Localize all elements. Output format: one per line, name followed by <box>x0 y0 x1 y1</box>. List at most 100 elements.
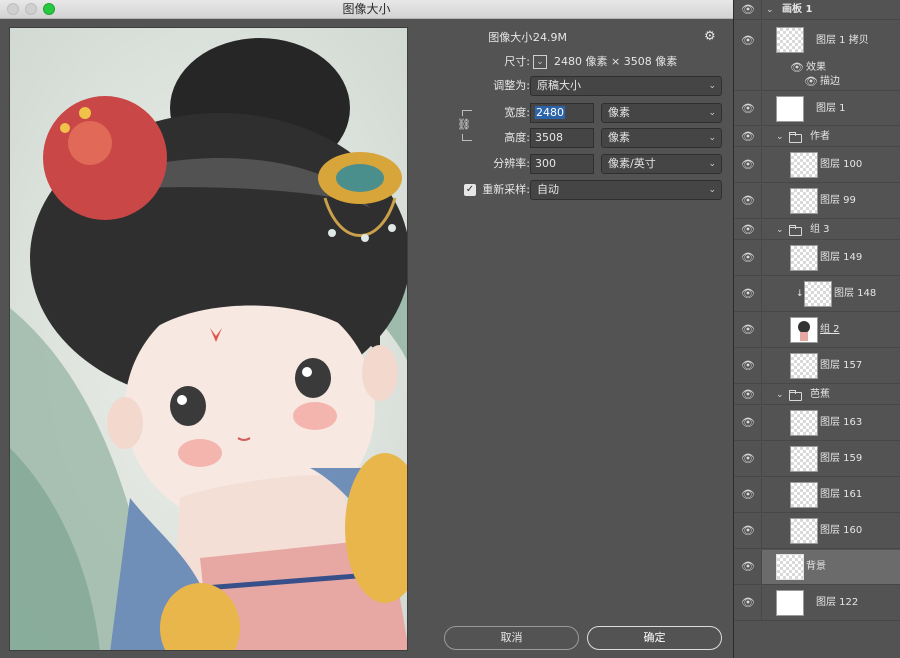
folder-icon <box>789 225 802 236</box>
layer-thumbnail <box>790 152 818 178</box>
eye-icon[interactable]: 👁 <box>741 323 755 337</box>
layer-name: 图层 163 <box>820 417 863 428</box>
chevron-down-icon[interactable]: ⌄ <box>776 223 784 237</box>
layer-row[interactable]: 👁 图层 122 <box>734 586 900 621</box>
chevron-down-icon: ⌄ <box>536 57 544 67</box>
layer-name: 图层 149 <box>820 252 863 263</box>
chevron-down-icon: ⌄ <box>708 81 716 91</box>
dialog-title: 图像大小 <box>342 2 391 16</box>
layer-thumbnail <box>776 27 804 53</box>
image-size-dialog: 图像大小 图像大小: 24.9M ⚙ 尺寸: ⌄ 2480 像素 × 3508 … <box>0 0 733 658</box>
layer-row[interactable]: 👁 ⌄ 画板 1 <box>734 0 900 20</box>
chevron-down-icon: ⌄ <box>708 108 716 118</box>
eye-icon[interactable]: 👁 <box>741 524 755 538</box>
group-row[interactable]: 👁 ⌄ 作者 <box>734 127 900 147</box>
layer-name: 图层 148 <box>834 288 877 299</box>
resample-select[interactable]: 自动 ⌄ <box>530 180 722 200</box>
layer-row[interactable]: 👁 图层 149 <box>734 241 900 276</box>
dimensions-value: 2480 像素 × 3508 像素 <box>554 55 678 68</box>
gear-icon[interactable]: ⚙ <box>704 27 716 47</box>
image-preview[interactable] <box>9 27 408 651</box>
width-value: 2480 <box>535 106 565 119</box>
layer-row[interactable]: 👁 图层 157 <box>734 349 900 384</box>
height-unit-select[interactable]: 像素 ⌄ <box>601 128 722 148</box>
layer-row[interactable]: 👁 图层 159 <box>734 442 900 477</box>
layer-row[interactable]: 👁 图层 99 <box>734 184 900 219</box>
layer-thumbnail <box>790 446 818 472</box>
layer-row[interactable]: 👁 ↓ 图层 148 <box>734 277 900 312</box>
group-row[interactable]: 👁 ⌄ 芭蕉 <box>734 385 900 405</box>
layer-name: 组 2 <box>820 324 840 335</box>
eye-icon[interactable]: 👁 <box>741 194 755 208</box>
layer-row-selected[interactable]: 👁 背景 <box>734 550 900 585</box>
group-row[interactable]: 👁 ⌄ 组 3 <box>734 220 900 240</box>
eye-icon[interactable]: 👁 <box>741 158 755 172</box>
layer-name: 背景 <box>806 561 826 572</box>
chevron-down-icon[interactable]: ⌄ <box>776 388 784 402</box>
folder-icon <box>789 390 802 401</box>
layer-name: 图层 1 <box>816 103 846 114</box>
resolution-unit-select[interactable]: 像素/英寸 ⌄ <box>601 154 722 174</box>
layer-thumbnail <box>776 554 804 580</box>
eye-icon[interactable]: 👁 <box>804 75 818 89</box>
layer-row[interactable]: 👁 组 2 <box>734 313 900 348</box>
layer-row[interactable]: 👁 图层 1 <box>734 92 900 126</box>
layer-thumbnail <box>790 482 818 508</box>
layers-panel: 👁 ⌄ 画板 1 👁 图层 1 拷贝 👁 效果 👁 描边 👁 图层 1 👁 ⌄ … <box>734 0 900 658</box>
eye-icon[interactable]: 👁 <box>741 416 755 430</box>
fit-to-label: 调整为: <box>493 79 530 92</box>
resolution-label: 分辨率: <box>493 157 530 170</box>
layer-row[interactable]: 👁 图层 1 拷贝 <box>734 21 900 61</box>
layer-name: 图层 159 <box>820 453 863 464</box>
eye-icon[interactable]: 👁 <box>741 3 755 17</box>
layer-name: 图层 122 <box>816 597 859 608</box>
chevron-down-icon[interactable]: ⌄ <box>776 130 784 144</box>
eye-icon[interactable]: 👁 <box>741 130 755 144</box>
width-unit-select[interactable]: 像素 ⌄ <box>601 103 722 123</box>
eye-icon[interactable]: 👁 <box>741 251 755 265</box>
eye-icon[interactable]: 👁 <box>790 61 804 75</box>
fit-to-select[interactable]: 原稿大小 ⌄ <box>530 76 722 96</box>
resample-value: 自动 <box>537 183 559 196</box>
eye-column <box>734 75 762 90</box>
eye-icon[interactable]: 👁 <box>741 596 755 610</box>
layer-name: 图层 161 <box>820 489 863 500</box>
width-unit: 像素 <box>608 106 630 119</box>
width-input[interactable]: 2480 <box>530 103 594 123</box>
layer-row[interactable]: 👁 图层 163 <box>734 406 900 441</box>
chevron-down-icon: ⌄ <box>708 159 716 169</box>
layer-name: 图层 1 拷贝 <box>816 35 869 46</box>
illustration-image <box>10 28 407 650</box>
effect-name: 效果 <box>806 62 826 73</box>
cancel-button[interactable]: 取消 <box>444 626 579 650</box>
layer-row[interactable]: 👁 图层 160 <box>734 514 900 549</box>
dimensions-dropdown[interactable]: ⌄ <box>533 55 547 69</box>
layer-row[interactable]: 👁 图层 100 <box>734 148 900 183</box>
layer-name: 图层 160 <box>820 525 863 536</box>
eye-icon[interactable]: 👁 <box>741 488 755 502</box>
eye-icon[interactable]: 👁 <box>741 34 755 48</box>
effect-row[interactable]: 👁 描边 <box>734 75 900 91</box>
layer-row[interactable]: 👁 图层 161 <box>734 478 900 513</box>
effects-row[interactable]: 👁 效果 <box>734 61 900 75</box>
layer-thumbnail <box>790 518 818 544</box>
eye-icon[interactable]: 👁 <box>741 359 755 373</box>
resolution-input[interactable]: 300 <box>530 154 594 174</box>
layer-name: 画板 1 <box>782 4 813 15</box>
eye-icon[interactable]: 👁 <box>741 388 755 402</box>
eye-icon[interactable]: 👁 <box>741 287 755 301</box>
group-name: 芭蕉 <box>810 389 830 400</box>
chevron-down-icon[interactable]: ⌄ <box>766 3 774 17</box>
eye-icon[interactable]: 👁 <box>741 223 755 237</box>
resolution-unit: 像素/英寸 <box>608 157 656 170</box>
eye-icon[interactable]: 👁 <box>741 560 755 574</box>
layer-thumbnail <box>790 317 818 343</box>
ok-button[interactable]: 确定 <box>587 626 722 650</box>
height-input[interactable]: 3508 <box>530 128 594 148</box>
layer-thumbnail <box>790 353 818 379</box>
eye-icon[interactable]: 👁 <box>741 102 755 116</box>
layer-thumbnail <box>790 188 818 214</box>
resample-label: 重新采样: <box>482 183 530 196</box>
eye-icon[interactable]: 👁 <box>741 452 755 466</box>
layer-thumbnail <box>776 96 804 122</box>
